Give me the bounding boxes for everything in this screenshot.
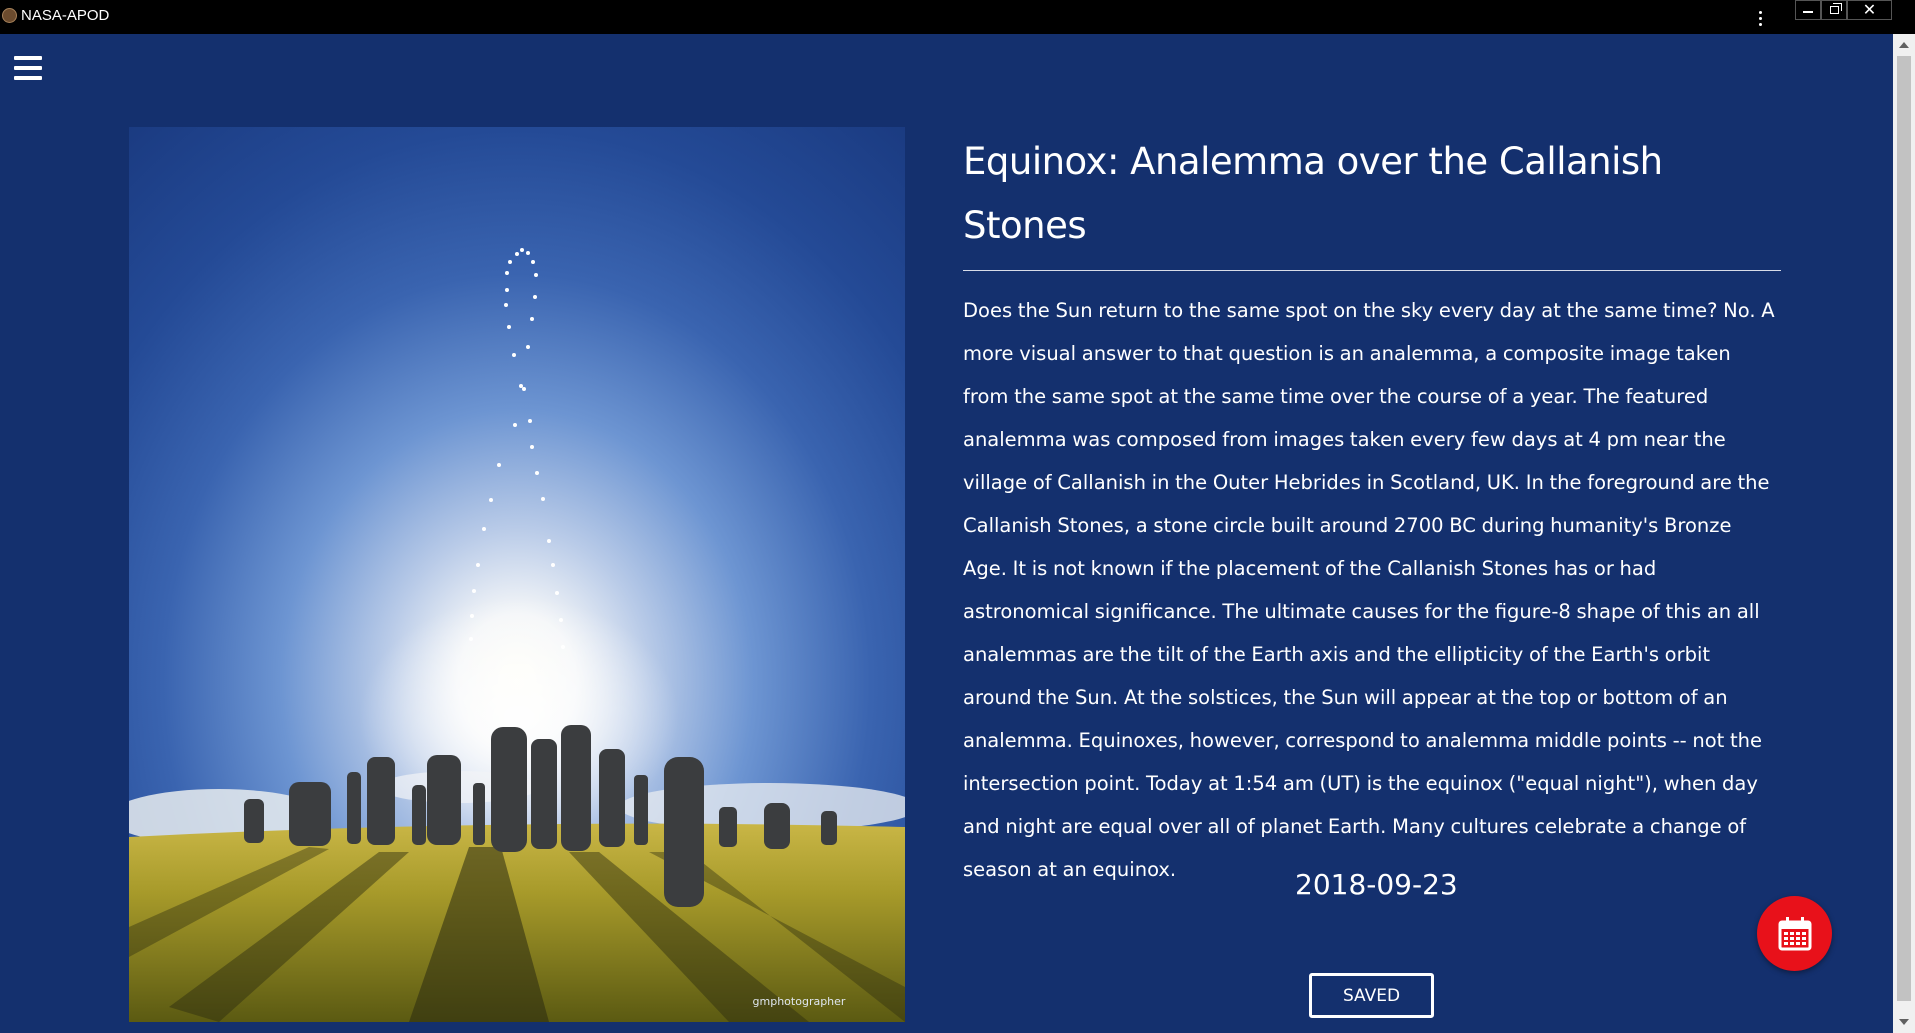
apod-title: Equinox: Analemma over the Callanish Sto… [963,130,1781,271]
restore-button[interactable] [1821,0,1847,20]
restore-icon [1829,3,1842,14]
scroll-up-icon[interactable] [1899,42,1909,48]
apod-explanation: Does the Sun return to the same spot on … [963,299,1775,881]
close-icon: ✕ [1862,0,1877,19]
scroll-down-icon[interactable] [1899,1019,1909,1025]
apod-image: gmphotographer [129,127,905,1022]
scroll-thumb[interactable] [1897,56,1911,1001]
hamburger-menu-icon[interactable] [14,56,42,80]
calendar-icon [1778,916,1811,950]
close-button[interactable]: ✕ [1847,0,1892,20]
scrollbar[interactable] [1893,34,1915,1033]
saved-button[interactable]: SAVED [1309,973,1434,1018]
app-icon [2,8,17,23]
title-bar: NASA-APOD ✕ [0,0,1915,34]
calendar-button[interactable] [1757,896,1832,971]
minimize-button[interactable] [1795,0,1821,20]
kebab-menu-icon[interactable] [1750,7,1770,29]
apod-content: Equinox: Analemma over the Callanish Sto… [963,130,1781,891]
minimize-icon [1803,11,1813,13]
apod-date: 2018-09-23 [1295,868,1458,901]
window-title: NASA-APOD [21,7,110,24]
window-controls: ✕ [1795,0,1892,22]
image-credit: gmphotographer [753,995,846,1008]
